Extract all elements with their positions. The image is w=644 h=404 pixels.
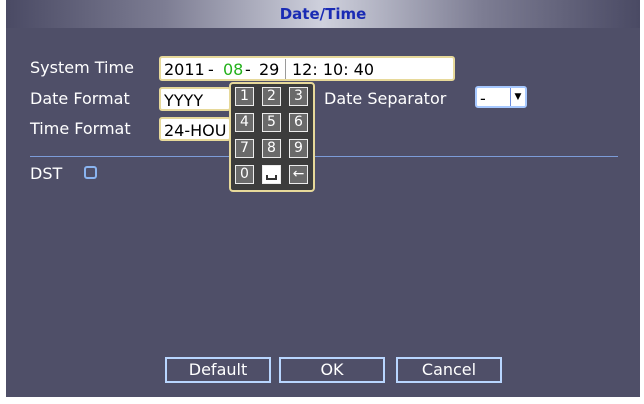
key-6[interactable]: 6 — [289, 113, 308, 132]
system-time-field[interactable]: 2011 - 08 - 29 12: 10: 40 — [159, 56, 455, 81]
day-value[interactable]: 29 — [259, 60, 279, 79]
time-value[interactable]: 12: 10: 40 — [292, 60, 374, 79]
month-value[interactable]: 08 — [223, 60, 243, 79]
chevron-down-icon[interactable]: ▼ — [510, 88, 525, 106]
key-2[interactable]: 2 — [262, 87, 281, 106]
time-format-select[interactable]: 24-HOU — [159, 117, 231, 141]
section-divider — [30, 156, 618, 157]
default-button[interactable]: Default — [165, 357, 271, 383]
dst-label: DST — [30, 164, 63, 183]
key-1[interactable]: 1 — [235, 87, 254, 106]
date-format-value: YYYY — [164, 91, 204, 110]
field-separator — [285, 59, 286, 79]
time-format-value: 24-HOU — [164, 121, 227, 140]
ok-button[interactable]: OK — [279, 357, 385, 383]
date-separator-value: - — [480, 89, 486, 108]
numeric-keypad: 1 2 3 4 5 6 7 8 9 0 ← — [229, 82, 315, 192]
year-value[interactable]: 2011 — [164, 60, 205, 79]
key-backspace[interactable]: ← — [289, 165, 308, 184]
key-8[interactable]: 8 — [262, 139, 281, 158]
date-format-label: Date Format — [30, 89, 130, 108]
key-4[interactable]: 4 — [235, 113, 254, 132]
date-time-dialog: Date/Time System Time 2011 - 08 - 29 12:… — [6, 0, 640, 397]
key-5[interactable]: 5 — [262, 113, 281, 132]
date-sep-2: - — [245, 60, 251, 79]
time-format-label: Time Format — [30, 119, 131, 138]
date-separator-select[interactable]: - ▼ — [475, 86, 527, 108]
date-format-select[interactable]: YYYY — [159, 87, 231, 111]
key-0[interactable]: 0 — [235, 165, 254, 184]
key-7[interactable]: 7 — [235, 139, 254, 158]
date-separator-label: Date Separator — [324, 89, 447, 108]
cancel-button[interactable]: Cancel — [396, 357, 502, 383]
backspace-icon: ← — [292, 166, 305, 182]
date-sep-1: - — [208, 60, 214, 79]
dst-checkbox[interactable] — [84, 166, 97, 179]
key-space[interactable] — [262, 165, 281, 184]
dialog-title: Date/Time — [279, 5, 367, 23]
key-9[interactable]: 9 — [289, 139, 308, 158]
space-icon — [266, 175, 277, 180]
system-time-label: System Time — [30, 58, 134, 77]
key-3[interactable]: 3 — [289, 87, 308, 106]
title-bar: Date/Time — [6, 0, 640, 28]
